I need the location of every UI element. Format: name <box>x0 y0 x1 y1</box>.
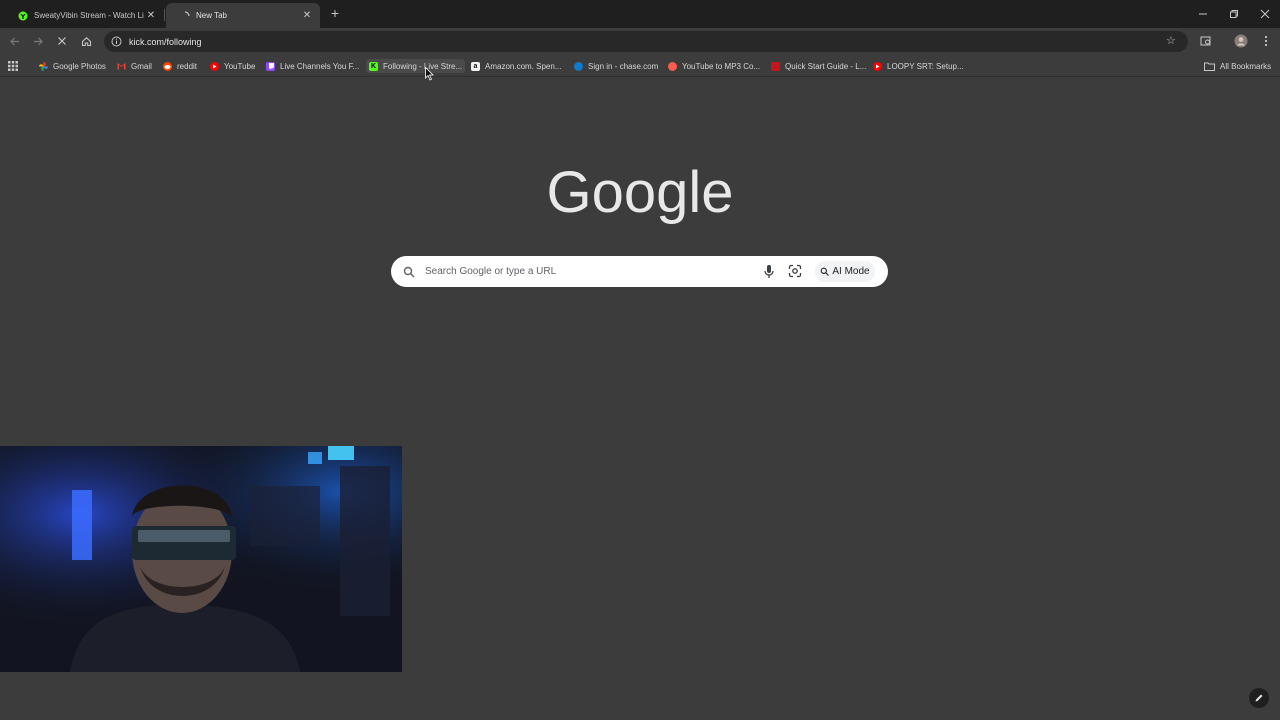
kick-icon <box>18 11 28 21</box>
address-bar[interactable]: kick.com/following ☆ <box>104 31 1188 52</box>
reddit-icon <box>163 61 172 71</box>
tab-strip: SweatyVibin Stream - Watch Li ✕ New Tab … <box>0 0 1280 28</box>
bookmark-following-live-streams[interactable]: K Following - Live Stre... <box>366 59 466 73</box>
close-icon[interactable] <box>1249 0 1280 28</box>
youtube-icon <box>873 61 882 71</box>
stop-loading-icon[interactable] <box>54 33 70 49</box>
search-box[interactable]: AI Mode <box>391 256 888 287</box>
tab-sweatyvibin-stream[interactable]: SweatyVibin Stream - Watch Li ✕ <box>4 3 164 28</box>
window-controls <box>1187 0 1280 28</box>
bookmark-star-icon[interactable]: ☆ <box>1166 35 1178 47</box>
folder-icon <box>1204 62 1215 71</box>
youtube-icon <box>210 61 219 71</box>
bookmark-google-photos[interactable]: Google Photos <box>39 59 106 73</box>
menu-kebab-icon[interactable] <box>1258 33 1274 49</box>
webcam-overlay <box>0 446 402 672</box>
toolbar: kick.com/following ☆ <box>0 28 1280 55</box>
bookmark-label: Gmail <box>131 61 152 71</box>
ai-mode-button[interactable]: AI Mode <box>815 261 875 282</box>
url-text: kick.com/following <box>129 36 202 47</box>
tab-close-icon[interactable]: ✕ <box>146 10 156 21</box>
bookmark-label: Following - Live Stre... <box>383 61 463 71</box>
twitch-icon <box>266 61 275 71</box>
converter-icon <box>668 61 677 71</box>
profile-avatar-icon[interactable] <box>1233 33 1249 49</box>
guide-icon <box>771 61 780 71</box>
apps-grid-icon[interactable] <box>8 59 18 73</box>
bookmark-chase[interactable]: Sign in - chase.com <box>574 59 658 73</box>
mouse-cursor-icon <box>425 66 434 81</box>
amazon-icon: a <box>471 61 480 71</box>
google-lens-icon[interactable] <box>788 264 802 278</box>
search-input[interactable] <box>425 263 745 280</box>
tab-title: SweatyVibin Stream - Watch Li <box>34 11 144 20</box>
bookmark-loopy-srt[interactable]: LOOPY SRT: Setup... <box>873 59 964 73</box>
bookmark-label: YouTube to MP3 Co... <box>682 61 761 71</box>
ai-mode-label: AI Mode <box>832 266 870 277</box>
tab-close-icon[interactable]: ✕ <box>302 10 312 21</box>
bookmark-quick-start-guide[interactable]: Quick Start Guide - L... <box>771 59 866 73</box>
bookmark-gmail[interactable]: Gmail <box>117 59 152 73</box>
bookmark-label: Live Channels You F... <box>280 61 360 71</box>
kick-icon: K <box>369 61 378 71</box>
forward-arrow-icon[interactable] <box>30 33 46 49</box>
bookmark-amazon[interactable]: a Amazon.com. Spen... <box>471 59 561 73</box>
chase-icon <box>574 61 583 71</box>
minimize-icon[interactable] <box>1187 0 1218 28</box>
restore-icon[interactable] <box>1218 0 1249 28</box>
new-tab-plus-icon[interactable]: + <box>328 6 342 20</box>
bookmark-reddit[interactable]: reddit <box>163 59 197 73</box>
google-photos-icon <box>39 61 48 71</box>
bookmark-youtube[interactable]: YouTube <box>210 59 255 73</box>
bookmark-label: Quick Start Guide - L... <box>785 61 867 71</box>
tab-search-icon[interactable] <box>1198 33 1214 49</box>
bookmark-label: Sign in - chase.com <box>588 61 659 71</box>
bookmark-label: Amazon.com. Spen... <box>485 61 562 71</box>
browser-window: SweatyVibin Stream - Watch Li ✕ New Tab … <box>0 0 1280 720</box>
microphone-icon[interactable] <box>762 264 776 279</box>
site-info-icon[interactable] <box>110 36 122 48</box>
gmail-icon <box>117 62 126 71</box>
ai-search-icon <box>820 267 830 276</box>
bookmark-label: reddit <box>177 61 198 71</box>
back-arrow-icon[interactable] <box>6 33 22 49</box>
bookmark-label: YouTube <box>224 61 256 71</box>
tab-separator <box>164 9 165 21</box>
bookmarks-bar: Google Photos Gmail reddit YouTube Live … <box>0 55 1280 77</box>
search-icon <box>403 265 415 278</box>
all-bookmarks-button[interactable]: All Bookmarks <box>1204 59 1271 73</box>
tab-title: New Tab <box>196 11 227 20</box>
google-logo-text: Google <box>548 162 732 225</box>
google-logo: Google <box>546 160 733 232</box>
bookmark-live-channels[interactable]: Live Channels You F... <box>266 59 359 73</box>
loading-icon <box>180 10 190 21</box>
bookmark-label: LOOPY SRT: Setup... <box>887 61 964 71</box>
customize-pencil-icon[interactable] <box>1249 688 1269 708</box>
home-icon[interactable] <box>78 33 94 49</box>
all-bookmarks-label: All Bookmarks <box>1220 61 1272 71</box>
tab-new-tab[interactable]: New Tab ✕ <box>166 3 320 28</box>
bookmark-youtube-to-mp3[interactable]: YouTube to MP3 Co... <box>668 59 760 73</box>
bookmark-label: Google Photos <box>53 61 106 71</box>
